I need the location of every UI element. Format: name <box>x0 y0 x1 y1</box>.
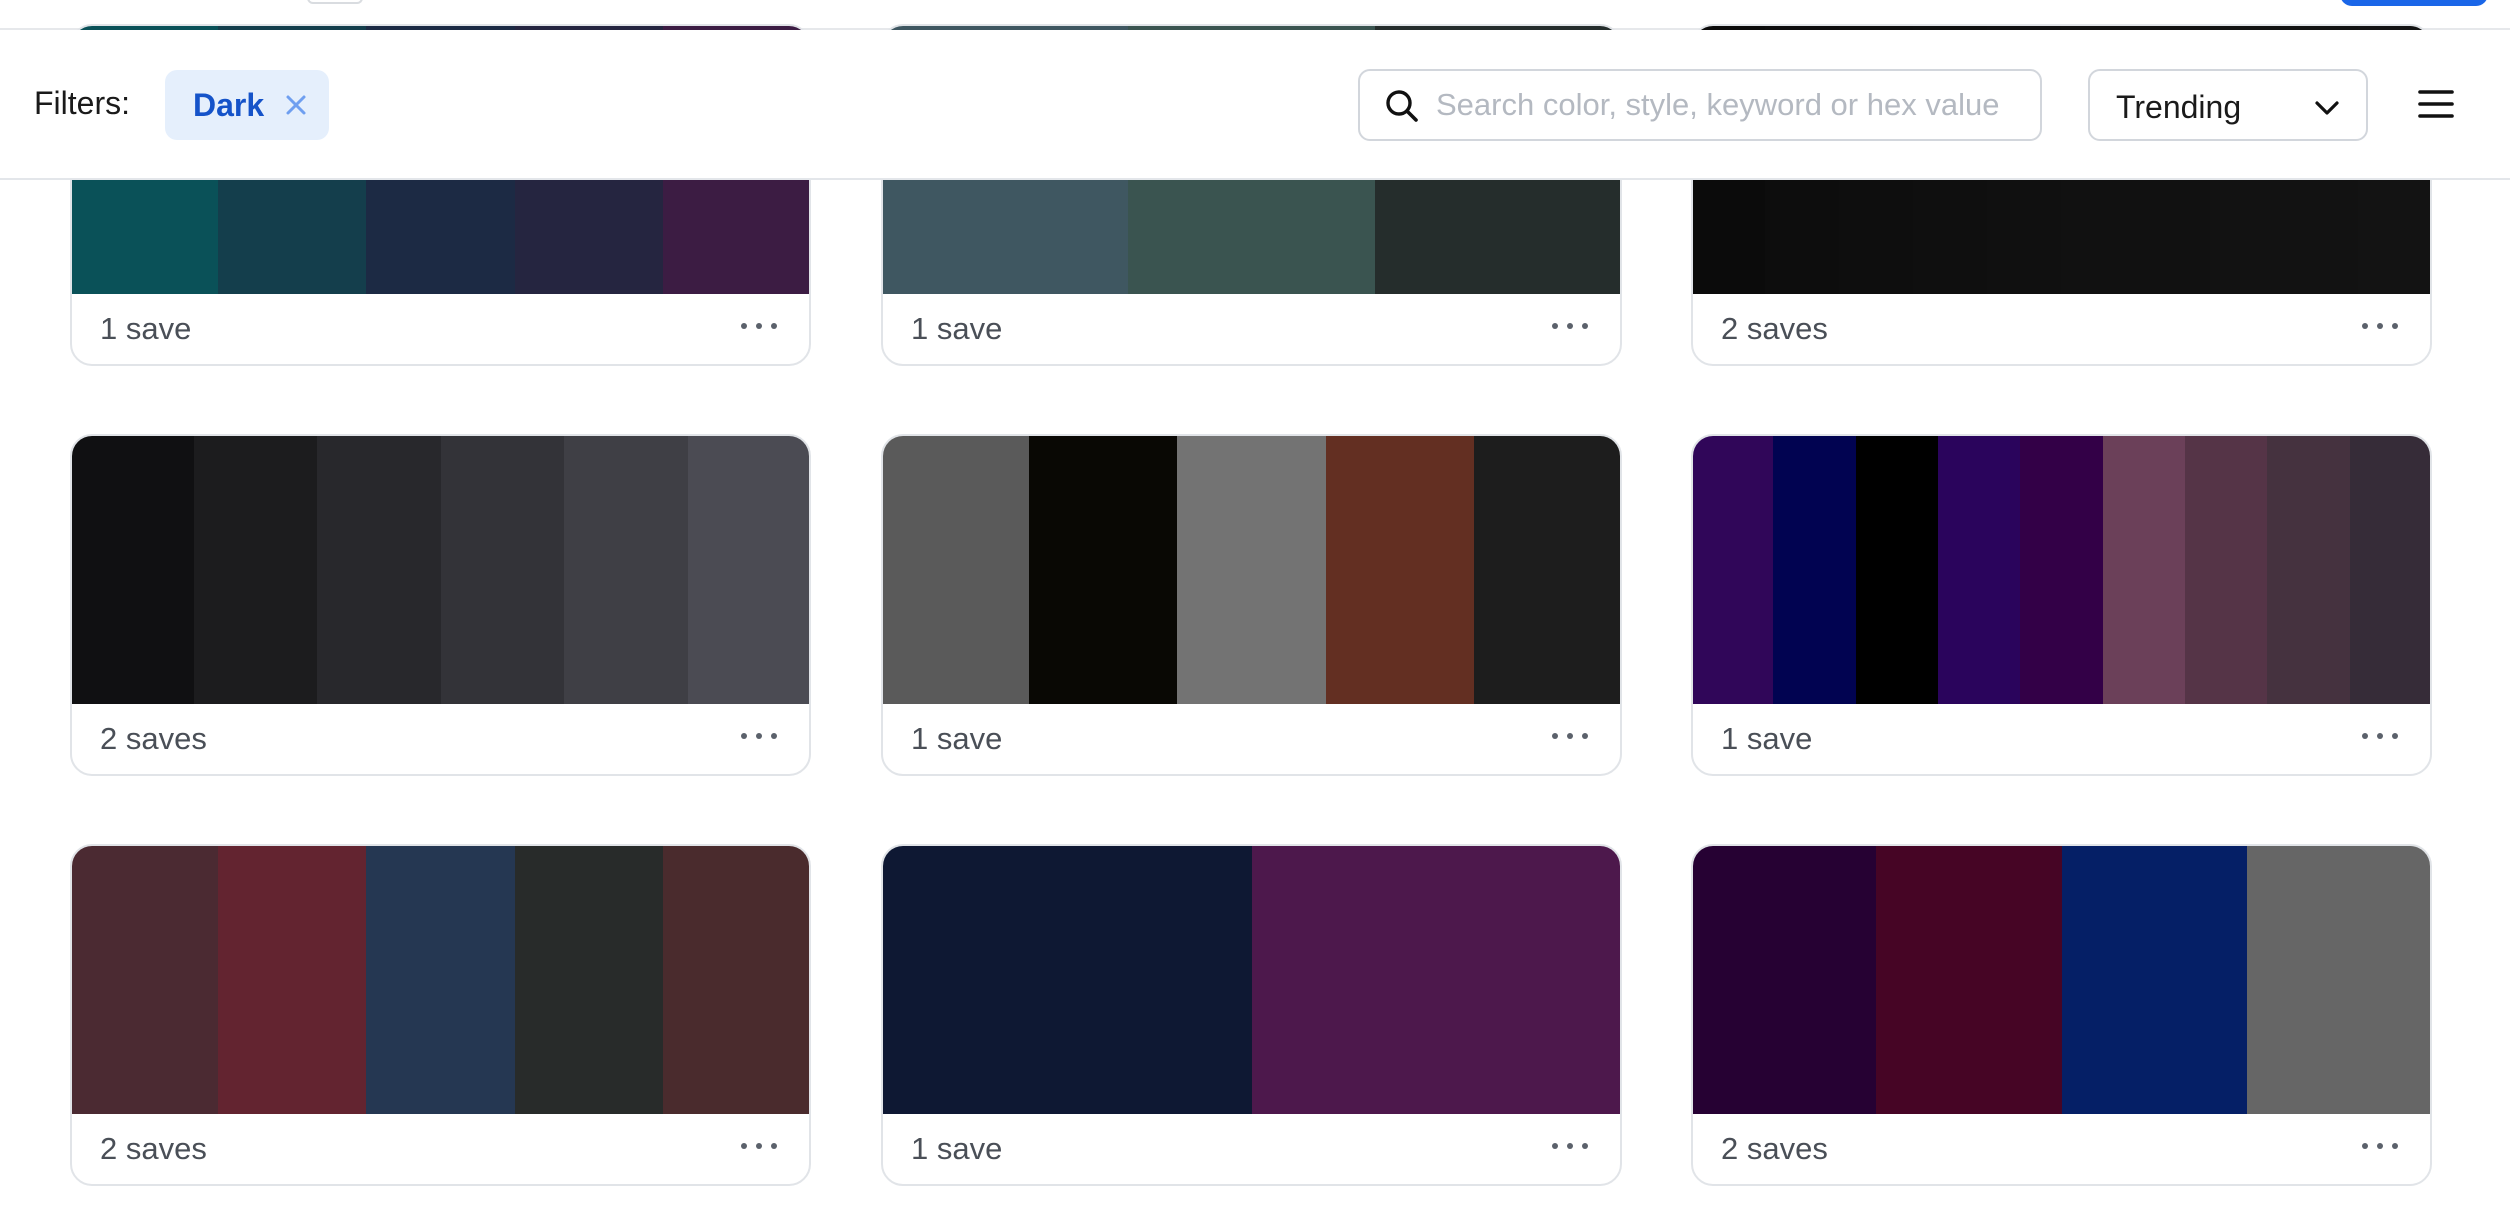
color-swatch[interactable] <box>2020 436 2103 704</box>
palette-swatches[interactable] <box>883 846 1620 1114</box>
palette-card-footer: 2 saves <box>1693 294 2430 364</box>
color-swatch[interactable] <box>72 846 219 1114</box>
color-swatch[interactable] <box>2246 846 2430 1114</box>
color-swatch[interactable] <box>218 846 367 1114</box>
sort-selected-value: Trending <box>2116 89 2242 125</box>
color-swatch[interactable] <box>662 846 809 1114</box>
save-count: 2 saves <box>100 721 207 756</box>
palette-card[interactable]: 1 save <box>1691 434 2432 776</box>
hamburger-menu-icon[interactable] <box>2416 84 2456 124</box>
palette-swatches[interactable] <box>1693 436 2430 704</box>
color-swatch[interactable] <box>193 436 317 704</box>
more-horizontal-icon[interactable] <box>1550 1138 1590 1154</box>
color-swatch[interactable] <box>1325 436 1474 704</box>
filters-label: Filters: <box>34 85 130 121</box>
color-swatch[interactable] <box>1177 436 1326 704</box>
palette-swatches[interactable] <box>72 436 809 704</box>
color-swatch[interactable] <box>1937 436 2021 704</box>
color-swatch[interactable] <box>2102 436 2185 704</box>
palette-card[interactable]: 2 saves <box>1691 844 2432 1186</box>
close-icon[interactable] <box>285 94 307 116</box>
color-swatch[interactable] <box>2267 436 2350 704</box>
color-swatch[interactable] <box>2349 436 2430 704</box>
palette-card-footer: 2 saves <box>1693 1114 2430 1184</box>
color-swatch[interactable] <box>883 846 1252 1114</box>
palette-card-footer: 1 save <box>883 294 1620 364</box>
color-swatch[interactable] <box>1855 436 1938 704</box>
color-swatch[interactable] <box>883 436 1030 704</box>
more-horizontal-icon[interactable] <box>2360 1138 2400 1154</box>
color-swatch[interactable] <box>1473 436 1620 704</box>
more-horizontal-icon[interactable] <box>739 728 779 744</box>
save-count: 2 saves <box>100 1131 207 1166</box>
search-input[interactable] <box>1436 81 2026 129</box>
color-swatch[interactable] <box>1693 846 1877 1114</box>
search-box <box>1358 69 2042 141</box>
color-swatch[interactable] <box>1251 846 1620 1114</box>
save-count: 1 save <box>911 1131 1003 1166</box>
sort-select[interactable]: Trending <box>2088 69 2368 141</box>
palette-card[interactable]: 1 save <box>881 434 1622 776</box>
color-swatch[interactable] <box>366 846 515 1114</box>
more-horizontal-icon[interactable] <box>1550 728 1590 744</box>
save-count: 2 saves <box>1721 311 1828 346</box>
more-horizontal-icon[interactable] <box>2360 728 2400 744</box>
palette-card-footer: 1 save <box>72 294 809 364</box>
color-swatch[interactable] <box>514 846 663 1114</box>
color-swatch[interactable] <box>2184 436 2268 704</box>
save-count: 1 save <box>1721 721 1813 756</box>
palette-swatches[interactable] <box>72 846 809 1114</box>
palette-card-footer: 1 save <box>883 704 1620 774</box>
palette-card-footer: 2 saves <box>72 1114 809 1184</box>
color-swatch[interactable] <box>1029 436 1178 704</box>
palette-swatches[interactable] <box>883 436 1620 704</box>
palette-swatches[interactable] <box>1693 846 2430 1114</box>
color-swatch[interactable] <box>72 436 194 704</box>
search-icon <box>1386 90 1418 122</box>
filter-bar: Filters: Dark Trending <box>0 30 2510 180</box>
more-horizontal-icon[interactable] <box>739 318 779 334</box>
color-swatch[interactable] <box>1773 436 1856 704</box>
color-swatch[interactable] <box>1876 846 2062 1114</box>
palette-card[interactable]: 1 save <box>881 844 1622 1186</box>
more-horizontal-icon[interactable] <box>739 1138 779 1154</box>
filter-chip-dark[interactable]: Dark <box>165 70 329 140</box>
palette-card-footer: 2 saves <box>72 704 809 774</box>
save-count: 1 save <box>911 721 1003 756</box>
palette-card-footer: 1 save <box>1693 704 2430 774</box>
more-horizontal-icon[interactable] <box>2360 318 2400 334</box>
color-swatch[interactable] <box>2061 846 2247 1114</box>
save-count: 1 save <box>100 311 192 346</box>
palette-card-footer: 1 save <box>883 1114 1620 1184</box>
filter-chip-label: Dark <box>193 86 265 123</box>
save-count: 1 save <box>911 311 1003 346</box>
nav-control-stub[interactable] <box>307 0 363 4</box>
color-swatch[interactable] <box>1693 436 1774 704</box>
color-swatch[interactable] <box>317 436 441 704</box>
color-swatch[interactable] <box>440 436 564 704</box>
palette-card[interactable]: 2 saves <box>70 434 811 776</box>
color-swatch[interactable] <box>564 436 688 704</box>
chevron-down-icon <box>2315 101 2339 115</box>
save-count: 2 saves <box>1721 1131 1828 1166</box>
palette-card[interactable]: 2 saves <box>70 844 811 1186</box>
more-horizontal-icon[interactable] <box>1550 318 1590 334</box>
color-swatch[interactable] <box>687 436 809 704</box>
primary-cta-button[interactable] <box>2340 0 2488 6</box>
